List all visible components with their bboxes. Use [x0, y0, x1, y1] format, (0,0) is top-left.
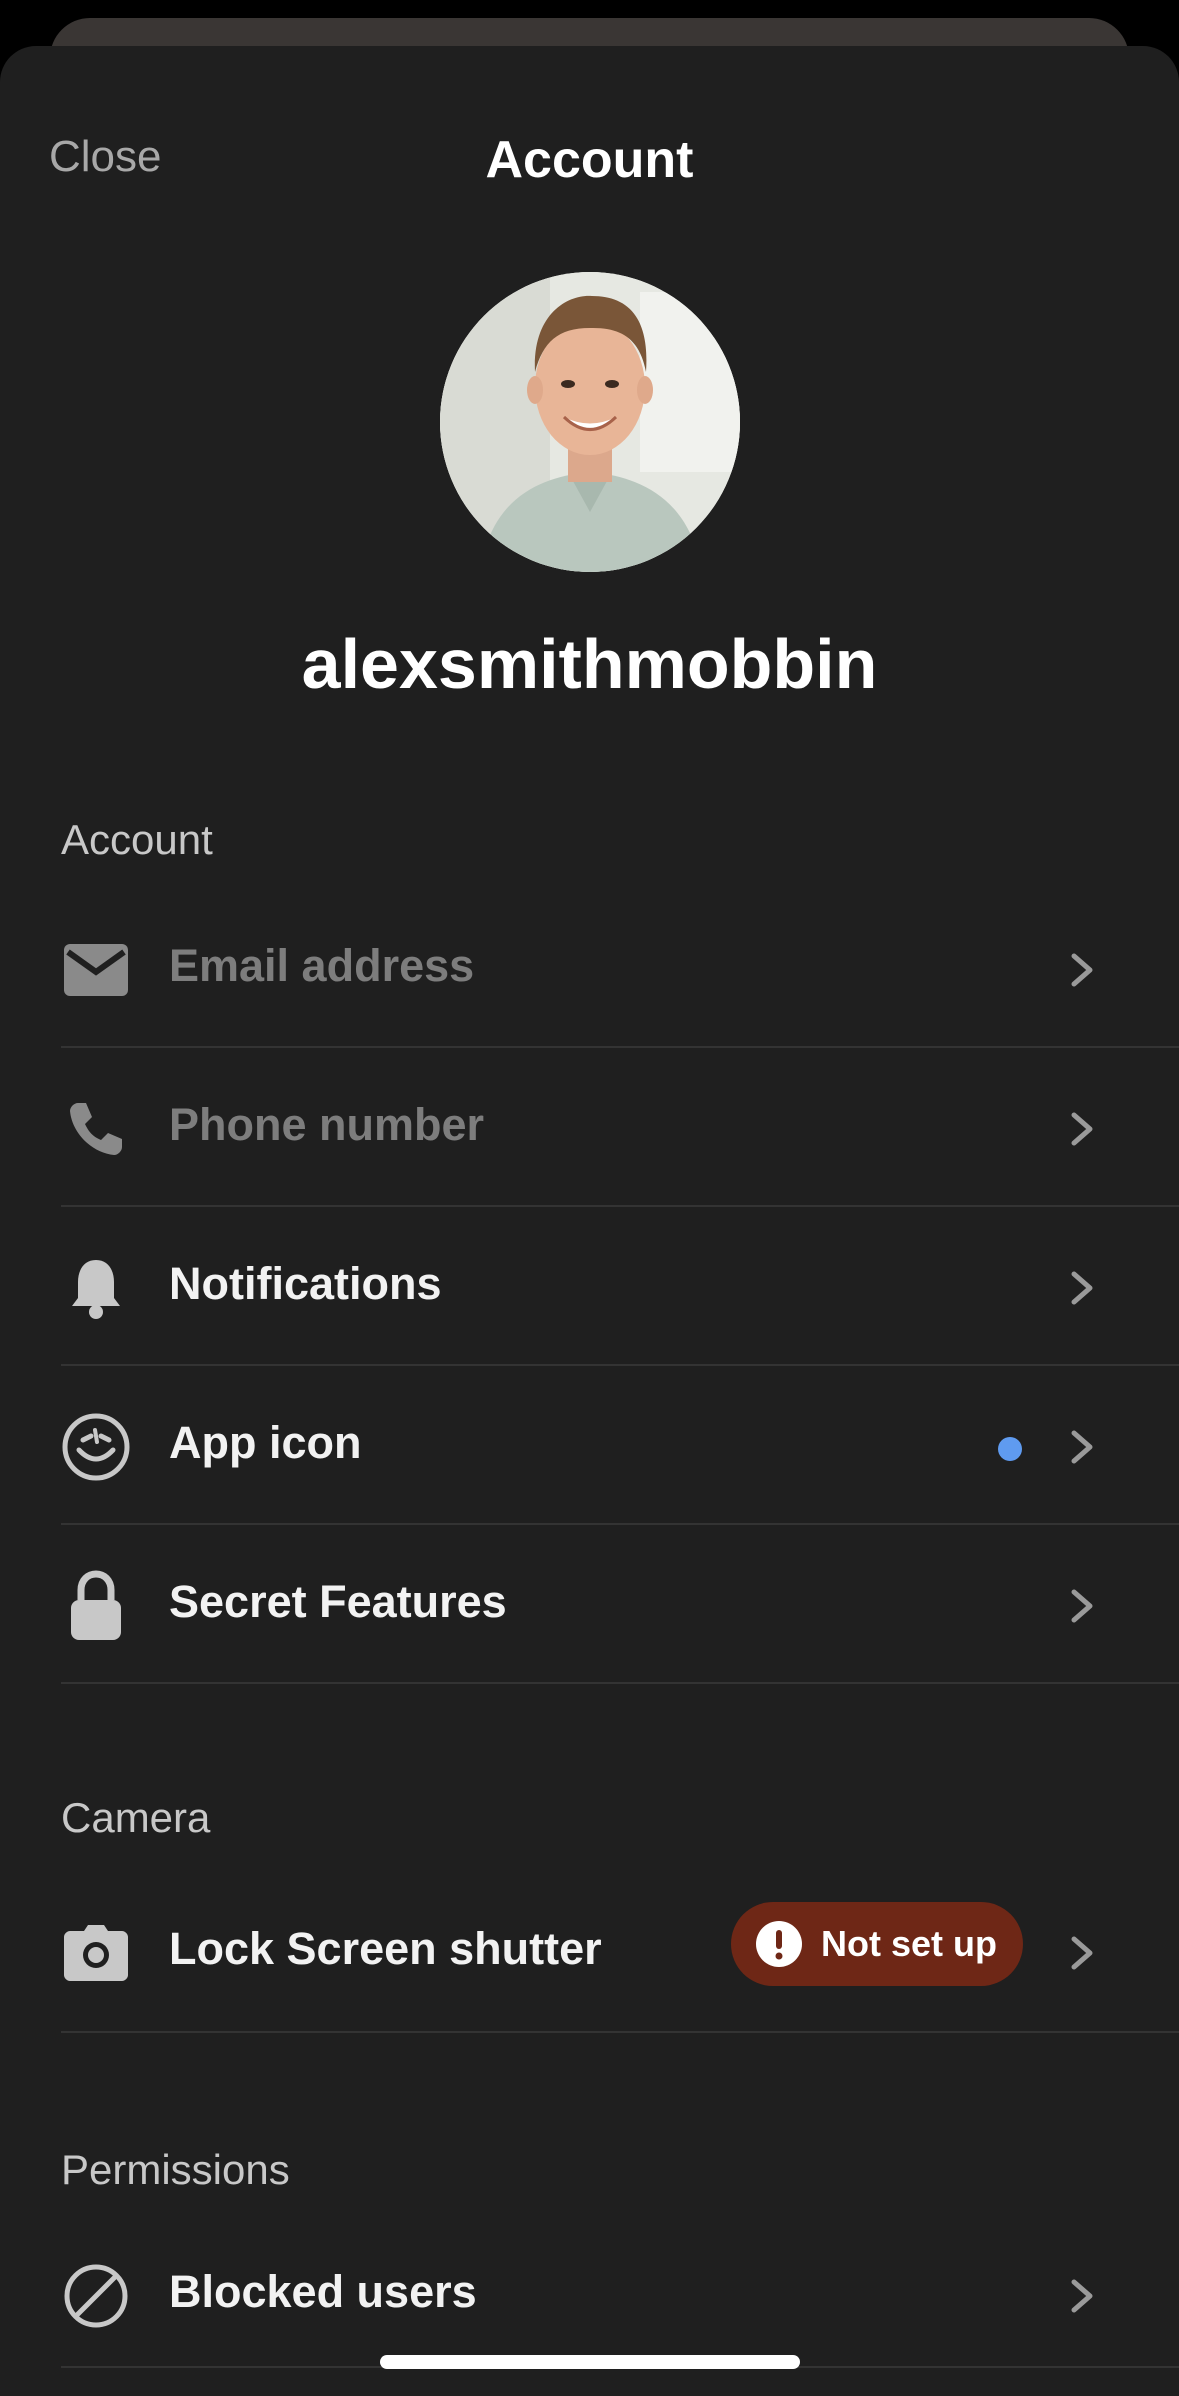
section-header-account: Account	[61, 816, 213, 863]
row-email-address[interactable]: Email address	[61, 890, 1179, 1048]
close-button[interactable]: Close	[49, 132, 162, 182]
chevron-right-icon	[1062, 2274, 1102, 2318]
camera-icon	[61, 1918, 131, 1988]
chevron-right-icon	[1062, 1107, 1102, 1151]
new-indicator-dot	[998, 1437, 1022, 1461]
row-label: Phone number	[169, 1099, 485, 1150]
row-lock-screen-shutter[interactable]: Lock Screen shutter Not set up	[61, 1873, 1179, 2033]
chevron-right-icon	[1062, 1425, 1102, 1469]
chevron-right-icon	[1062, 1931, 1102, 1975]
alert-icon	[756, 1921, 802, 1967]
lock-icon	[61, 1570, 131, 1641]
account-sheet: Close Account alexsmithmobbin Account Em…	[0, 46, 1179, 2396]
section-header-camera: Camera	[61, 1794, 211, 1841]
smiley-icon	[61, 1412, 131, 1482]
status-badge-text: Not set up	[821, 1923, 997, 1964]
bell-icon	[61, 1253, 131, 1323]
chevron-right-icon	[1062, 1584, 1102, 1628]
page-title: Account	[485, 131, 694, 189]
row-blocked-users[interactable]: Blocked users	[61, 2216, 1179, 2368]
row-phone-number[interactable]: Phone number	[61, 1049, 1179, 1207]
chevron-right-icon	[1062, 1266, 1102, 1310]
username: alexsmithmobbin	[301, 625, 878, 703]
row-app-icon[interactable]: App icon	[61, 1367, 1179, 1525]
row-notifications[interactable]: Notifications	[61, 1208, 1179, 1366]
home-indicator[interactable]	[380, 2355, 800, 2369]
status-badge: Not set up	[731, 1902, 1023, 1986]
row-label: Notifications	[169, 1258, 442, 1309]
avatar[interactable]	[440, 272, 740, 572]
row-label: Blocked users	[169, 2266, 477, 2317]
section-header-permissions: Permissions	[61, 2146, 290, 2193]
mail-icon	[61, 935, 131, 1005]
blocked-icon	[61, 2261, 131, 2331]
row-label: App icon	[169, 1417, 362, 1468]
phone-icon	[61, 1094, 131, 1164]
row-label: Lock Screen shutter	[169, 1923, 602, 1974]
chevron-right-icon	[1062, 948, 1102, 992]
row-secret-features[interactable]: Secret Features	[61, 1526, 1179, 1684]
row-label: Email address	[169, 940, 475, 991]
row-label: Secret Features	[169, 1576, 507, 1627]
nav-bar: Close Account	[0, 46, 1179, 276]
avatar-photo	[440, 272, 740, 572]
